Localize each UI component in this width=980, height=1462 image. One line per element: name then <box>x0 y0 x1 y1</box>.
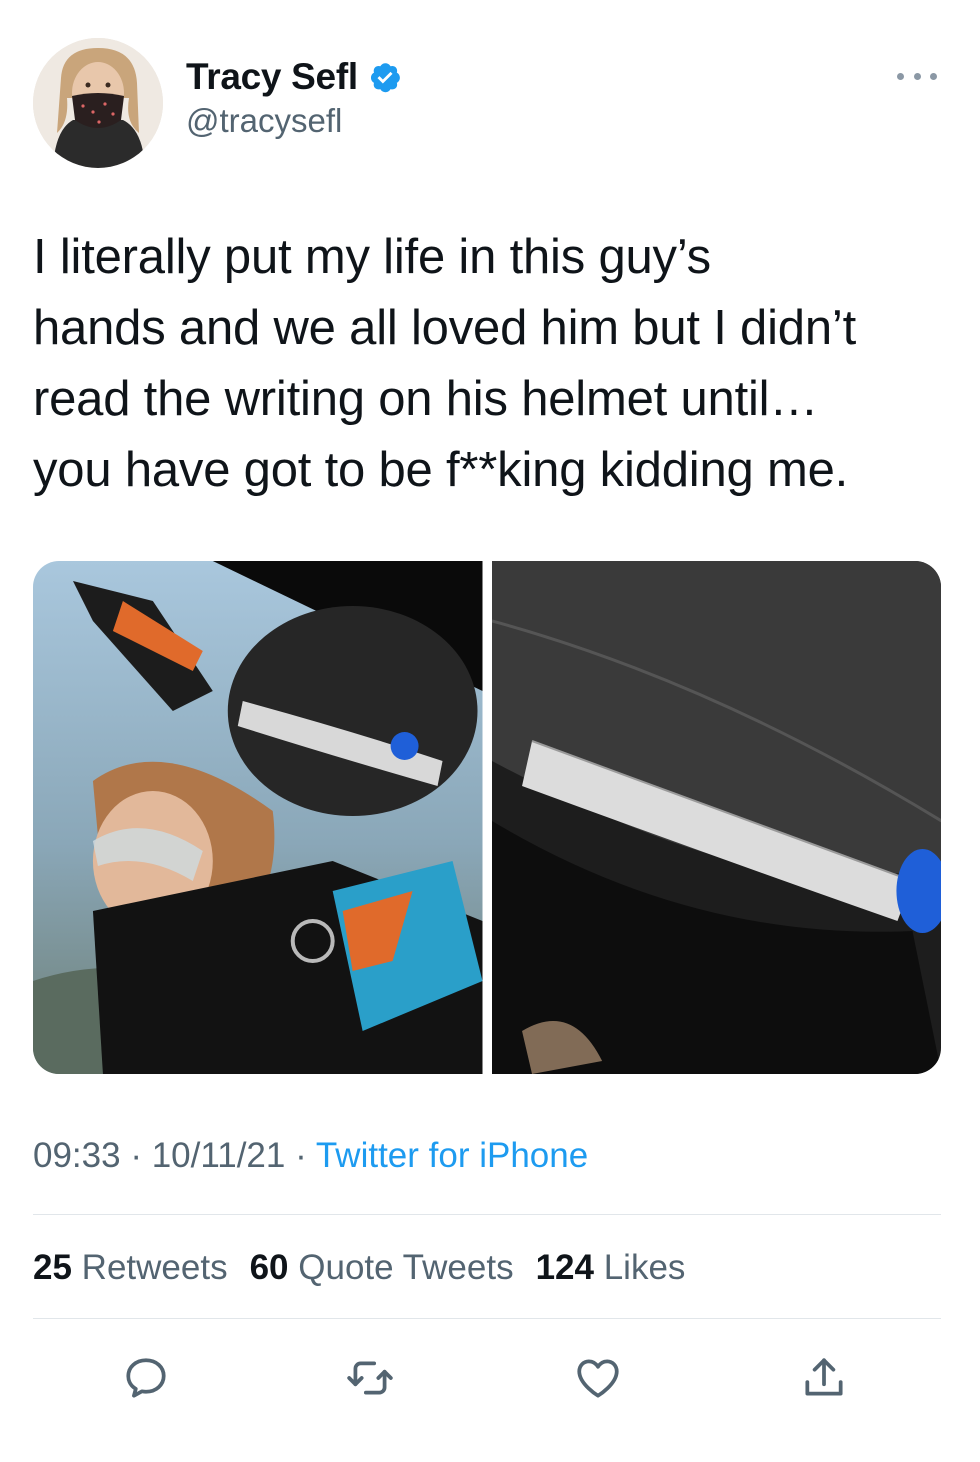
reply-icon <box>126 1358 166 1398</box>
quote-tweets-count: 60 <box>249 1248 289 1287</box>
tweet-date[interactable]: 10/11/21 <box>152 1136 286 1175</box>
likes-count: 124 <box>535 1248 594 1287</box>
tweet-media-grid <box>33 561 941 1074</box>
skydiving-photo-icon <box>33 561 483 1074</box>
tweet-text-line: I literally put my life in this guy’s <box>33 230 711 284</box>
likes-label: Likes <box>603 1248 686 1287</box>
share-button[interactable] <box>796 1350 852 1406</box>
tweet-header: Tracy Sefl @tracysefl <box>33 38 945 173</box>
media-image-1[interactable] <box>33 561 483 1074</box>
likes-stat[interactable]: 124 Likes <box>536 1248 686 1288</box>
retweet-button[interactable] <box>342 1350 398 1406</box>
retweet-icon <box>347 1361 393 1395</box>
author-avatar[interactable] <box>33 38 163 168</box>
tweet-time[interactable]: 09:33 <box>33 1136 121 1175</box>
retweets-count: 25 <box>33 1248 72 1287</box>
tweet-text: I literally put my life in this guy’s ha… <box>33 222 953 506</box>
tweet-stats: 25 Retweets 60 Quote Tweets 124 Likes <box>33 1248 685 1288</box>
like-icon <box>577 1359 619 1398</box>
tweet-meta: 09:33 · 10/11/21 · Twitter for iPhone <box>33 1136 588 1176</box>
author-handle[interactable]: @tracysefl <box>186 102 402 140</box>
profile-photo-icon <box>33 38 163 168</box>
more-options-icon[interactable] <box>897 66 937 86</box>
retweets-label: Retweets <box>81 1248 228 1287</box>
reply-button[interactable] <box>118 1350 174 1406</box>
tweet-text-line: read the writing on his helmet until… <box>33 372 819 426</box>
helmet-closeup-photo-icon <box>491 561 941 1074</box>
author-display-name[interactable]: Tracy Sefl <box>186 56 358 98</box>
divider <box>33 1318 941 1319</box>
retweets-stat[interactable]: 25 Retweets <box>33 1248 228 1288</box>
tweet-text-line: hands and we all loved him but I didn’t <box>33 301 856 355</box>
quote-tweets-stat[interactable]: 60 Quote Tweets <box>250 1248 514 1288</box>
tweet-source-link[interactable]: Twitter for iPhone <box>316 1136 588 1175</box>
tweet-action-bar <box>0 1350 980 1406</box>
share-icon <box>805 1358 843 1396</box>
media-image-2[interactable] <box>491 561 941 1074</box>
like-button[interactable] <box>570 1350 626 1406</box>
verified-badge-icon <box>368 60 402 94</box>
tweet-text-line: you have got to be f**king kidding me. <box>33 443 849 497</box>
divider <box>33 1214 941 1215</box>
meta-separator: · <box>120 1136 152 1175</box>
meta-separator: · <box>285 1136 316 1175</box>
quote-tweets-label: Quote Tweets <box>298 1248 514 1287</box>
